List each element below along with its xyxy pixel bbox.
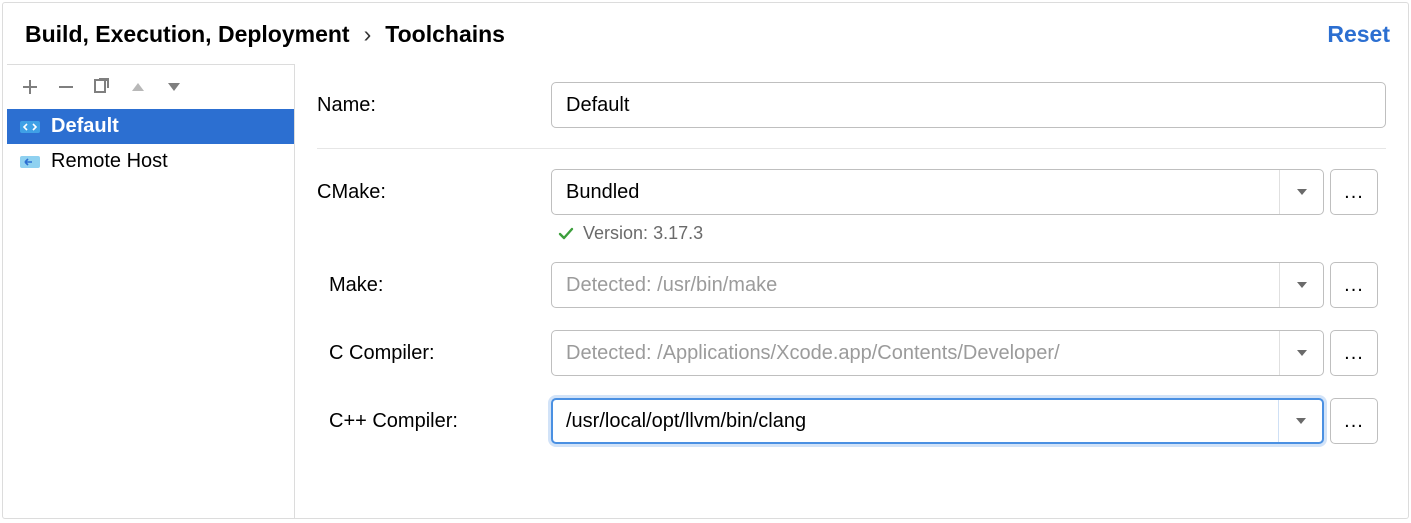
check-icon [557,225,575,243]
make-combo[interactable]: Detected: /usr/bin/make [551,262,1324,308]
plus-icon [21,78,39,96]
toolchain-sidebar: Default Remote Host [7,64,295,518]
cmake-value: Bundled [566,181,639,204]
make-label: Make: [317,274,545,297]
toolchain-item-remote[interactable]: Remote Host [7,144,294,179]
breadcrumb: Build, Execution, Deployment › Toolchain… [25,21,505,48]
toolchain-list: Default Remote Host [7,109,294,518]
copy-icon [92,77,112,97]
breadcrumb-parent[interactable]: Build, Execution, Deployment [25,21,350,48]
toolchain-item-label: Remote Host [51,150,168,173]
cc-browse-button[interactable]: ... [1330,330,1378,376]
chevron-down-icon [1279,331,1323,375]
cmake-label: CMake: [317,181,545,204]
remove-button[interactable] [49,73,83,101]
cxx-browse-button[interactable]: ... [1330,398,1378,444]
move-down-button[interactable] [157,73,191,101]
name-label: Name: [317,94,545,117]
chevron-down-icon [1279,263,1323,307]
move-up-button[interactable] [121,73,155,101]
chevron-down-icon [1278,400,1322,442]
reset-button[interactable]: Reset [1327,21,1390,48]
minus-icon [57,78,75,96]
chevron-down-icon [1279,170,1323,214]
make-browse-button[interactable]: ... [1330,262,1378,308]
cmake-combo[interactable]: Bundled [551,169,1324,215]
toolchain-form: Name: CMake: Bundled ... Version: 3 [295,64,1408,518]
triangle-up-icon [130,79,146,95]
cxx-value: /usr/local/opt/llvm/bin/clang [566,410,806,433]
cxx-combo[interactable]: /usr/local/opt/llvm/bin/clang [551,398,1324,444]
toolchain-item-default[interactable]: Default [7,109,294,144]
make-placeholder: Detected: /usr/bin/make [566,274,777,297]
cc-combo[interactable]: Detected: /Applications/Xcode.app/Conten… [551,330,1324,376]
toolchain-remote-icon [19,153,41,171]
toolchain-item-label: Default [51,115,119,138]
breadcrumb-sep: › [364,21,372,48]
copy-button[interactable] [85,73,119,101]
cmake-browse-button[interactable]: ... [1330,169,1378,215]
cxx-label: C++ Compiler: [317,410,545,433]
name-field[interactable] [551,82,1386,128]
add-button[interactable] [13,73,47,101]
breadcrumb-current: Toolchains [385,21,505,48]
triangle-down-icon [166,79,182,95]
toolchain-default-icon [19,118,41,136]
sidebar-toolbar [7,65,294,109]
cmake-status: Version: 3.17.3 [557,223,1324,244]
divider [317,148,1386,149]
cc-placeholder: Detected: /Applications/Xcode.app/Conten… [566,342,1060,365]
cc-label: C Compiler: [317,342,545,365]
